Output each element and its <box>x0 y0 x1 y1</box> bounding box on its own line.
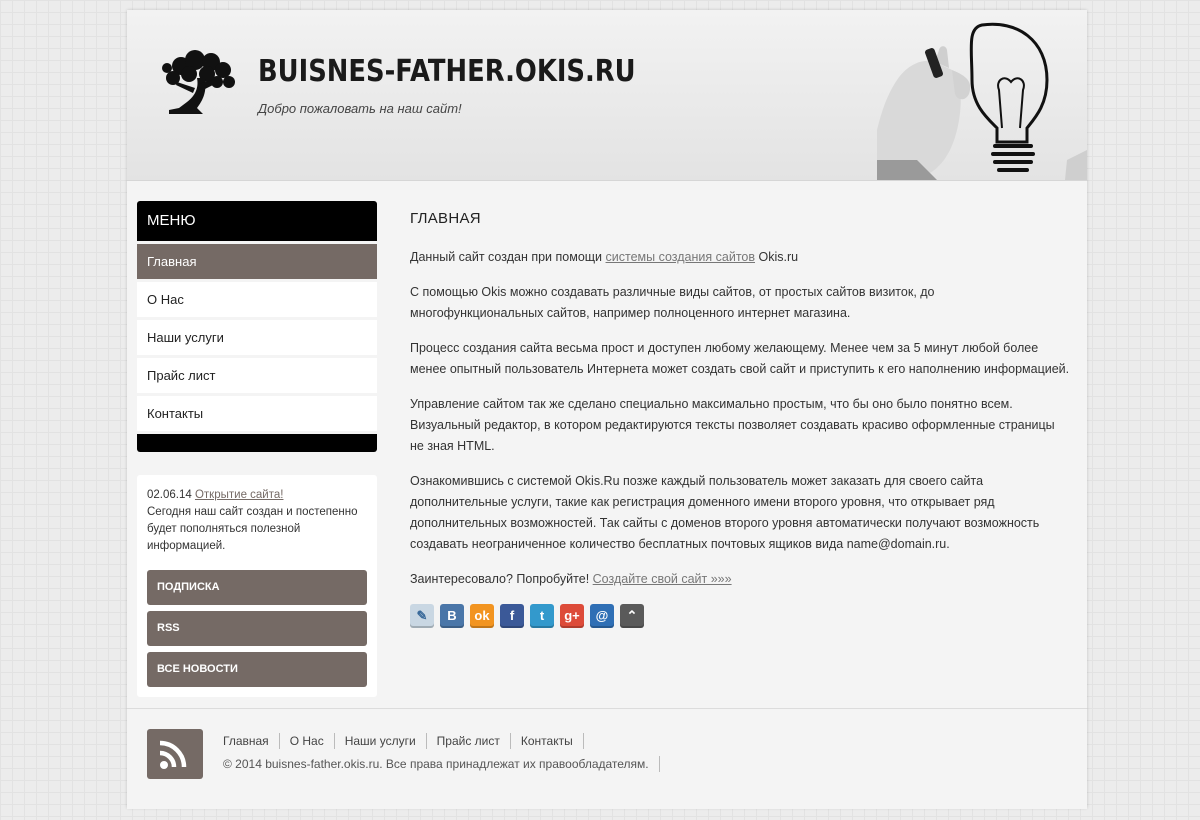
news-date: 02.06.14 <box>147 489 192 501</box>
sidebar-item-home[interactable]: Главная <box>137 244 377 279</box>
site-slogan: Добро пожаловать на наш сайт! <box>258 101 462 116</box>
sidebar-item-about[interactable]: О Нас <box>137 282 377 317</box>
paragraph-6: Заинтересовало? Попробуйте! Создайте сво… <box>410 569 1070 590</box>
news-block: 02.06.14 Открытие сайта! Сегодня наш сай… <box>137 475 377 697</box>
site-header: BUISNES-FATHER.OKIS.RU Добро пожаловать … <box>127 10 1087 181</box>
googleplus-icon[interactable]: g+ <box>560 604 584 628</box>
rss-icon[interactable] <box>147 729 203 779</box>
footer-nav: Главная О Нас Наши услуги Прайс лист Кон… <box>223 733 584 749</box>
social-share-bar: ✎ Вok f t g+ @ ⌃ <box>410 604 1070 628</box>
more-icon[interactable]: ⌃ <box>620 604 644 628</box>
site-builder-link[interactable]: системы создания сайтов <box>606 250 755 264</box>
subscribe-button[interactable]: ПОДПИСКА <box>147 570 367 605</box>
paragraph-3: Процесс создания сайта весьма прост и до… <box>410 341 1070 376</box>
hand-drawing-lightbulb-image <box>877 22 1087 180</box>
copyright-text: © 2014 buisnes-father.okis.ru. Все права… <box>223 756 660 772</box>
menu-footer-bar <box>137 434 377 452</box>
sidebar-item-contacts[interactable]: Контакты <box>137 396 377 431</box>
sidebar-menu: МЕНЮ Главная О Нас Наши услуги Прайс лис… <box>137 201 377 452</box>
rss-button[interactable]: RSS <box>147 611 367 646</box>
paragraph-1-tail: Okis.ru <box>758 250 799 264</box>
livejournal-icon[interactable]: ✎ <box>410 604 434 628</box>
footer-link-about[interactable]: О Нас <box>280 733 335 749</box>
paragraph-1: Данный сайт создан при помощи системы со… <box>410 247 1070 268</box>
news-text: Сегодня наш сайт создан и постепенно буд… <box>147 506 358 552</box>
main-content: ГЛАВНАЯ Данный сайт создан при помощи си… <box>410 210 1070 628</box>
page-container: BUISNES-FATHER.OKIS.RU Добро пожаловать … <box>127 10 1087 809</box>
footer-link-pricelist[interactable]: Прайс лист <box>427 733 511 749</box>
paragraph-6-text: Заинтересовало? Попробуйте! <box>410 572 590 586</box>
news-link[interactable]: Открытие сайта! <box>195 489 284 501</box>
footer-link-contacts[interactable]: Контакты <box>511 733 584 749</box>
sidebar-item-pricelist[interactable]: Прайс лист <box>137 358 377 393</box>
mailru-icon[interactable]: @ <box>590 604 614 628</box>
paragraph-5: Ознакомившись с системой Okis.Ru позже к… <box>410 474 1040 551</box>
footer-link-services[interactable]: Наши услуги <box>335 733 427 749</box>
odnoklassniki-icon[interactable]: ok <box>470 604 494 628</box>
all-news-button[interactable]: ВСЕ НОВОСТИ <box>147 652 367 687</box>
paragraph-1-text: Данный сайт создан при помощи <box>410 250 603 264</box>
facebook-icon[interactable]: f <box>500 604 524 628</box>
site-footer: Главная О Нас Наши услуги Прайс лист Кон… <box>127 708 1087 809</box>
vkontakte-icon[interactable]: В <box>440 604 464 628</box>
page-title: ГЛАВНАЯ <box>410 210 481 227</box>
tree-logo-icon[interactable] <box>159 48 239 118</box>
paragraph-4: Управление сайтом так же сделано специал… <box>410 397 1055 453</box>
menu-title: МЕНЮ <box>137 201 377 241</box>
footer-link-home[interactable]: Главная <box>223 733 280 749</box>
paragraph-2: С помощью Okis можно создавать различные… <box>410 285 935 320</box>
twitter-icon[interactable]: t <box>530 604 554 628</box>
sidebar-item-services[interactable]: Наши услуги <box>137 320 377 355</box>
news-item: 02.06.14 Открытие сайта! Сегодня наш сай… <box>147 487 362 555</box>
site-title[interactable]: BUISNES-FATHER.OKIS.RU <box>258 54 636 89</box>
create-site-link[interactable]: Создайте свой сайт »»» <box>593 572 732 586</box>
